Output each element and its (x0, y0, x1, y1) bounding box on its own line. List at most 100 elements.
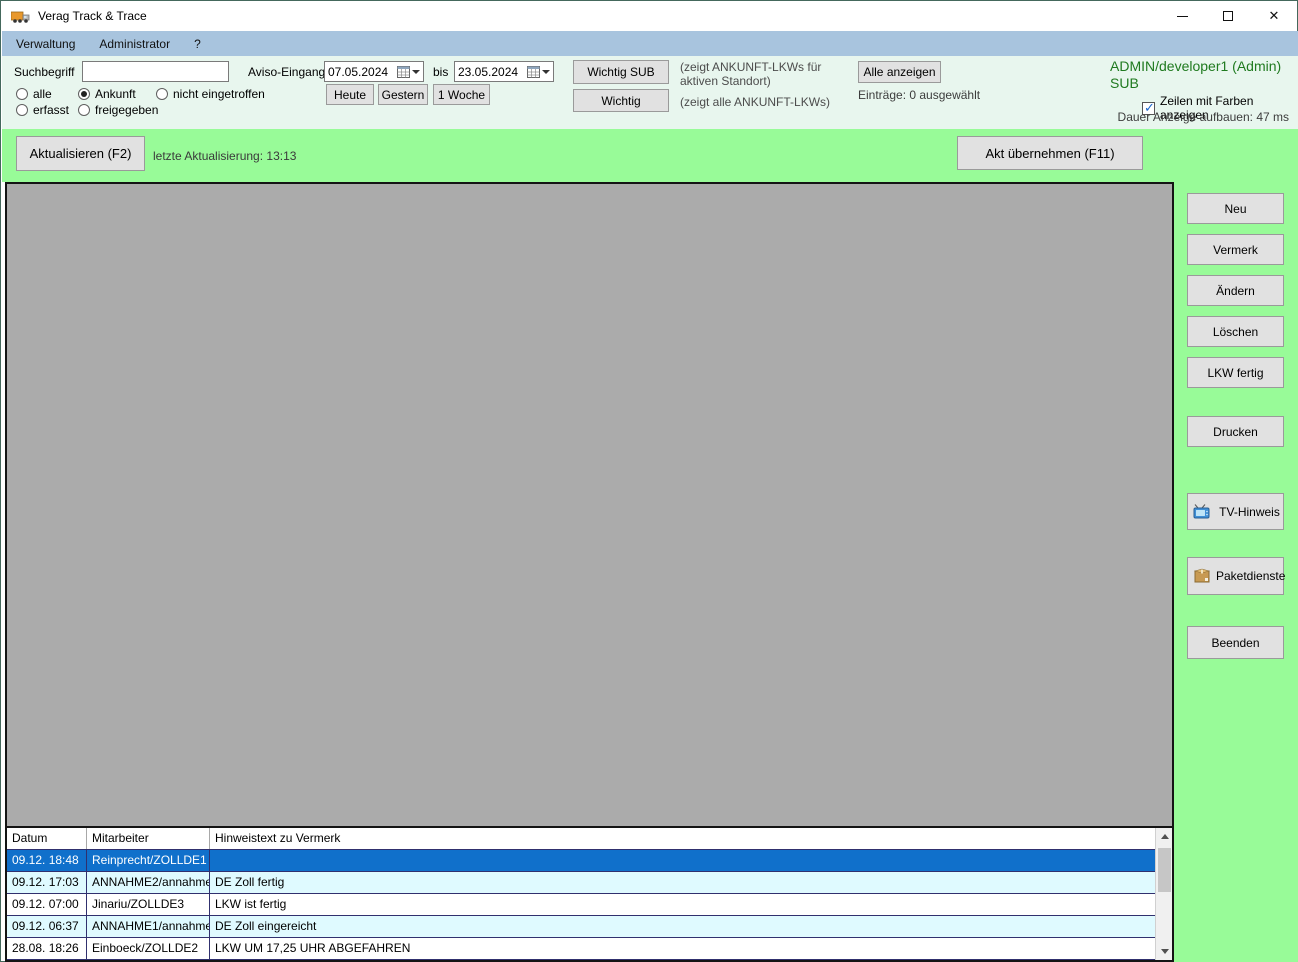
woche-button[interactable]: 1 Woche (433, 84, 490, 105)
refresh-button[interactable]: Aktualisieren (F2) (16, 136, 145, 171)
table-scrollbar[interactable] (1155, 828, 1172, 960)
user-line1: ADMIN/developer1 (Admin) (1110, 58, 1282, 74)
paketdienste-label: Paketdienste (1216, 569, 1286, 583)
cell-mitarbeiter: Einboeck/ZOLLDE2 (87, 938, 210, 959)
log-table: Datum Mitarbeiter Hinweistext zu Vermerk… (7, 826, 1172, 960)
date-to-picker[interactable]: 23.05.2024 (454, 61, 554, 82)
cell-datum: 09.12. 07:00 (7, 894, 87, 915)
cell-hinweistext: DE Zoll fertig (215, 875, 285, 889)
close-button[interactable]: ✕ (1251, 1, 1297, 31)
search-label: Suchbegriff (14, 65, 75, 79)
vermerk-button[interactable]: Vermerk (1187, 234, 1284, 265)
beenden-button[interactable]: Beenden (1187, 626, 1284, 659)
table-row[interactable]: 09.12. 18:48 Reinprecht/ZOLLDE1 (7, 850, 1155, 872)
neu-button[interactable]: Neu (1187, 193, 1284, 224)
column-header-hinweistext[interactable]: Hinweistext zu Vermerk (210, 828, 1155, 849)
title-bar: Verag Track & Trace ✕ (1, 1, 1297, 31)
date-from-picker[interactable]: 07.05.2024 (324, 61, 424, 82)
gestern-button[interactable]: Gestern (378, 84, 428, 105)
scrollbar-thumb[interactable] (1158, 848, 1171, 892)
maximize-icon (1223, 11, 1233, 21)
takeover-button[interactable]: Akt übernehmen (F11) (957, 136, 1143, 170)
cell-hinweistext: LKW ist fertig (215, 897, 287, 911)
radio-circle (16, 104, 28, 116)
radio-freigegeben-label: freigegeben (95, 103, 159, 117)
radio-erfasst[interactable]: erfasst (16, 103, 69, 117)
scrollbar-down-icon[interactable] (1156, 943, 1173, 960)
close-icon: ✕ (1268, 8, 1280, 23)
search-input[interactable] (82, 61, 229, 82)
cell-hinweistext: DE Zoll eingereicht (215, 919, 317, 933)
wichtig-sub-description: (zeigt ANKUNFT-LKWs für aktiven Standort… (680, 60, 822, 89)
menu-verwaltung[interactable]: Verwaltung (6, 33, 85, 55)
loeschen-button[interactable]: Löschen (1187, 316, 1284, 347)
menu-help[interactable]: ? (184, 33, 211, 55)
cell-mitarbeiter: ANNAHME2/annahme2 (87, 872, 210, 893)
table-row[interactable]: 09.12. 17:03 ANNAHME2/annahme2 DE Zoll f… (7, 872, 1155, 894)
radio-alle-label: alle (33, 87, 52, 101)
truck-icon (11, 11, 30, 23)
cell-datum: 09.12. 06:37 (7, 916, 87, 937)
action-bar: Aktualisieren (F2) letzte Aktualisierung… (2, 129, 1298, 182)
date-from-value: 07.05.2024 (328, 64, 389, 79)
paketdienste-button[interactable]: Paketdienste (1187, 557, 1286, 595)
lkw-fertig-button[interactable]: LKW fertig (1187, 357, 1284, 388)
last-refresh-label: letzte Aktualisierung: 13:13 (153, 149, 297, 163)
cell-datum: 09.12. 18:48 (7, 850, 87, 871)
dropdown-arrow-icon (542, 69, 550, 74)
main-area: Datum Mitarbeiter Hinweistext zu Vermerk… (5, 182, 1174, 962)
alle-anzeigen-button[interactable]: Alle anzeigen (858, 61, 941, 83)
cell-mitarbeiter: ANNAHME1/annahme1 (87, 916, 210, 937)
tv-hinweis-button[interactable]: TV-Hinweis (1187, 493, 1284, 530)
dropdown-arrow-icon (412, 69, 420, 74)
cell-mitarbeiter: Reinprecht/ZOLLDE1 (87, 850, 210, 871)
scrollbar-up-icon[interactable] (1156, 828, 1173, 845)
cell-datum: 28.08. 18:26 (7, 938, 87, 959)
heute-button[interactable]: Heute (326, 84, 374, 105)
radio-circle (78, 104, 90, 116)
window-title: Verag Track & Trace (38, 9, 147, 23)
menu-bar: Verwaltung Administrator ? (2, 31, 1298, 56)
table-header-row: Datum Mitarbeiter Hinweistext zu Vermerk (7, 828, 1155, 850)
calendar-icon (397, 65, 410, 78)
app-window: Verag Track & Trace ✕ Verwaltung Adminis… (0, 0, 1298, 962)
radio-alle[interactable]: alle (16, 87, 52, 101)
wichtig-button[interactable]: Wichtig (573, 89, 669, 112)
package-icon (1193, 568, 1211, 583)
radio-erfasst-label: erfasst (33, 103, 70, 117)
cell-hinweistext: LKW UM 17,25 UHR ABGEFAHREN (215, 941, 411, 955)
tv-icon (1193, 503, 1210, 518)
table-row[interactable]: 09.12. 06:37 ANNAHME1/annahme1 DE Zoll e… (7, 916, 1155, 938)
radio-nicht-eingetroffen[interactable]: nicht eingetroffen (156, 87, 265, 101)
date-to-value: 23.05.2024 (458, 64, 519, 79)
empty-grid-area (7, 184, 1172, 826)
radio-ankunft[interactable]: Ankunft (78, 87, 136, 101)
cell-datum: 09.12. 17:03 (7, 872, 87, 893)
drucken-button[interactable]: Drucken (1187, 416, 1284, 447)
table-row[interactable]: 28.08. 18:26 Einboeck/ZOLLDE2 LKW UM 17,… (7, 938, 1155, 960)
minimize-icon (1176, 15, 1188, 17)
user-line2: SUB (1110, 74, 1139, 91)
cell-mitarbeiter: Jinariu/ZOLLDE3 (87, 894, 210, 915)
cell-hinweistext (210, 850, 1155, 871)
tv-hinweis-label: TV-Hinweis (1219, 504, 1280, 519)
user-info: ADMIN/developer1 (Admin) SUB (1110, 58, 1290, 91)
menu-administrator[interactable]: Administrator (89, 33, 180, 55)
sidebar: Neu Vermerk Ändern Löschen LKW fertig Dr… (1174, 182, 1298, 962)
radio-ankunft-label: Ankunft (95, 87, 136, 101)
calendar-icon (527, 65, 540, 78)
aviso-label: Aviso-Eingang (248, 65, 326, 79)
column-header-mitarbeiter[interactable]: Mitarbeiter (87, 828, 210, 849)
filter-panel: Suchbegriff alle erfasst Ankunft freigeg… (2, 56, 1298, 129)
radio-nicht-eingetroffen-label: nicht eingetroffen (173, 87, 265, 101)
duration-label: Dauer Anzeige aufbauen: 47 ms (1117, 110, 1289, 124)
aendern-button[interactable]: Ändern (1187, 275, 1284, 306)
radio-freigegeben[interactable]: freigegeben (78, 103, 158, 117)
maximize-button[interactable] (1205, 1, 1251, 31)
bis-label: bis (433, 65, 449, 79)
minimize-button[interactable] (1159, 1, 1205, 31)
wichtig-sub-button[interactable]: Wichtig SUB (573, 60, 669, 84)
radio-circle-checked (78, 88, 90, 100)
column-header-datum[interactable]: Datum (7, 828, 87, 849)
table-row[interactable]: 09.12. 07:00 Jinariu/ZOLLDE3 LKW ist fer… (7, 894, 1155, 916)
